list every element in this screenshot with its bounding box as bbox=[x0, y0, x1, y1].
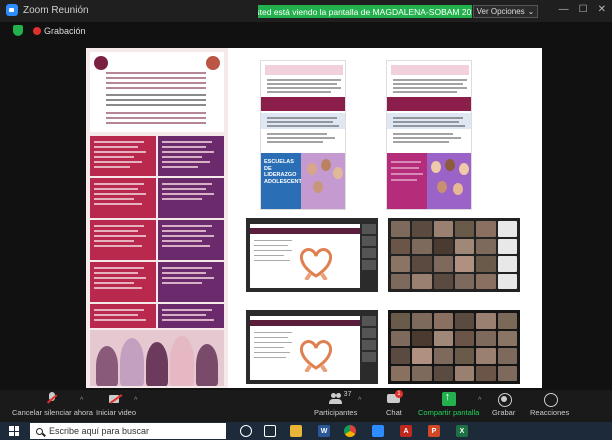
poster-magenta-panel bbox=[387, 153, 427, 209]
reactions-button[interactable]: Reacciones bbox=[530, 392, 569, 417]
search-icon bbox=[36, 427, 43, 435]
infographic-cell bbox=[158, 136, 224, 176]
shield-icon[interactable] bbox=[13, 25, 23, 36]
infographic-cell bbox=[158, 304, 224, 328]
taskbar-search-placeholder: Escribe aquí para buscar bbox=[49, 426, 150, 436]
microphone-muted-icon bbox=[45, 392, 59, 406]
heart-hands-image bbox=[299, 340, 333, 372]
app-title-text: Zoom Reunión bbox=[23, 4, 89, 16]
chat-button[interactable]: 1 Chat bbox=[386, 390, 403, 417]
embedded-meeting-slide-2 bbox=[246, 310, 378, 384]
women-illustration bbox=[90, 330, 224, 386]
share-banner-text: Usted está viendo la pantalla de MAGDALE… bbox=[258, 6, 472, 17]
record-icon bbox=[497, 392, 512, 407]
task-view-icon[interactable] bbox=[264, 425, 276, 437]
poster-illustration-panel bbox=[427, 153, 471, 209]
infographic-cell bbox=[90, 262, 156, 302]
poster-women-rights bbox=[386, 60, 472, 210]
embedded-gallery-view-1 bbox=[388, 218, 520, 292]
infographic-cell bbox=[90, 136, 156, 176]
recording-label: Grabación bbox=[44, 26, 86, 36]
screen-share-banner: Usted está viendo la pantalla de MAGDALE… bbox=[258, 5, 472, 18]
infographic-cell bbox=[158, 220, 224, 260]
chat-icon: 1 bbox=[386, 390, 403, 406]
acrobat-icon[interactable]: A bbox=[400, 425, 412, 437]
chevron-down-icon: ⌄ bbox=[527, 7, 535, 16]
participants-button[interactable]: 37 Participantes bbox=[314, 391, 358, 417]
infographic-cell bbox=[90, 304, 156, 328]
powerpoint-icon[interactable]: P bbox=[428, 425, 440, 437]
participants-label: Participantes bbox=[314, 408, 358, 417]
participants-count: 37 bbox=[343, 391, 352, 398]
participants-options-caret[interactable]: ^ bbox=[358, 397, 361, 404]
window-controls: — ☐ ✕ bbox=[559, 4, 606, 15]
windows-taskbar: Escribe aquí para buscar W A P X bbox=[0, 422, 612, 440]
meeting-toolbar: Cancelar silenciar ahora ^ Iniciar video… bbox=[0, 390, 612, 422]
infographic-header bbox=[90, 52, 224, 132]
minimize-button[interactable]: — bbox=[559, 4, 569, 15]
share-screen-label: Compartir pantalla bbox=[418, 408, 480, 417]
recording-dot-icon bbox=[33, 27, 41, 35]
infographic-cell bbox=[90, 220, 156, 260]
taskbar-search-input[interactable]: Escribe aquí para buscar bbox=[30, 423, 226, 439]
poster-caption: ESCUELAS DE LIDERAZGO ADOLESCENTE bbox=[264, 159, 306, 185]
maximize-button[interactable]: ☐ bbox=[579, 4, 588, 15]
chrome-icon[interactable] bbox=[344, 425, 356, 437]
audio-options-caret[interactable]: ^ bbox=[80, 397, 83, 404]
share-screen-button[interactable]: Compartir pantalla bbox=[418, 391, 480, 417]
unmute-label: Cancelar silenciar ahora bbox=[12, 408, 93, 417]
video-off-icon bbox=[109, 392, 123, 406]
chat-label: Chat bbox=[386, 408, 402, 417]
heart-hands-image bbox=[299, 248, 333, 280]
close-button[interactable]: ✕ bbox=[598, 4, 606, 15]
record-label: Grabar bbox=[492, 408, 516, 417]
start-video-button[interactable]: Iniciar video bbox=[96, 392, 136, 417]
start-video-label: Iniciar video bbox=[96, 408, 137, 417]
share-options-caret[interactable]: ^ bbox=[478, 397, 481, 404]
share-screen-icon bbox=[441, 391, 456, 406]
unmute-button[interactable]: Cancelar silenciar ahora bbox=[12, 392, 93, 417]
smiley-icon bbox=[543, 392, 558, 407]
institution-logo-left bbox=[94, 56, 108, 70]
infographic-document bbox=[86, 48, 228, 388]
infographic-cell bbox=[158, 262, 224, 302]
meeting-status-bar: Grabación bbox=[0, 22, 612, 40]
embedded-meeting-slide-1 bbox=[246, 218, 378, 292]
poster-adolescent-leadership: ESCUELAS DE LIDERAZGO ADOLESCENTE bbox=[260, 60, 346, 210]
view-options-label: Ver Opciones bbox=[476, 7, 525, 16]
excel-icon[interactable]: X bbox=[456, 425, 468, 437]
poster-photo-panel bbox=[301, 153, 345, 209]
chat-unread-badge: 1 bbox=[394, 390, 403, 398]
infographic-cell bbox=[158, 178, 224, 218]
video-options-caret[interactable]: ^ bbox=[134, 397, 137, 404]
embedded-gallery-view-2 bbox=[388, 310, 520, 384]
cortana-icon[interactable] bbox=[240, 425, 252, 437]
infographic-cell bbox=[90, 178, 156, 218]
app-title: Zoom Reunión bbox=[6, 4, 89, 16]
shared-screen: ESCUELAS DE LIDERAZGO ADOLESCENTE bbox=[86, 48, 542, 388]
record-button[interactable]: Grabar bbox=[492, 392, 515, 417]
reactions-label: Reacciones bbox=[530, 408, 570, 417]
participants-icon: 37 bbox=[328, 391, 351, 406]
file-explorer-icon[interactable] bbox=[290, 425, 302, 437]
window-titlebar: Zoom Reunión Usted está viendo la pantal… bbox=[0, 0, 612, 22]
windows-start-icon[interactable] bbox=[9, 426, 19, 436]
word-icon[interactable]: W bbox=[318, 425, 330, 437]
zoom-logo-icon bbox=[6, 4, 18, 16]
zoom-icon[interactable] bbox=[372, 425, 384, 437]
institution-logo-right bbox=[206, 56, 220, 70]
view-options-button[interactable]: Ver Opciones ⌄ bbox=[473, 5, 538, 18]
